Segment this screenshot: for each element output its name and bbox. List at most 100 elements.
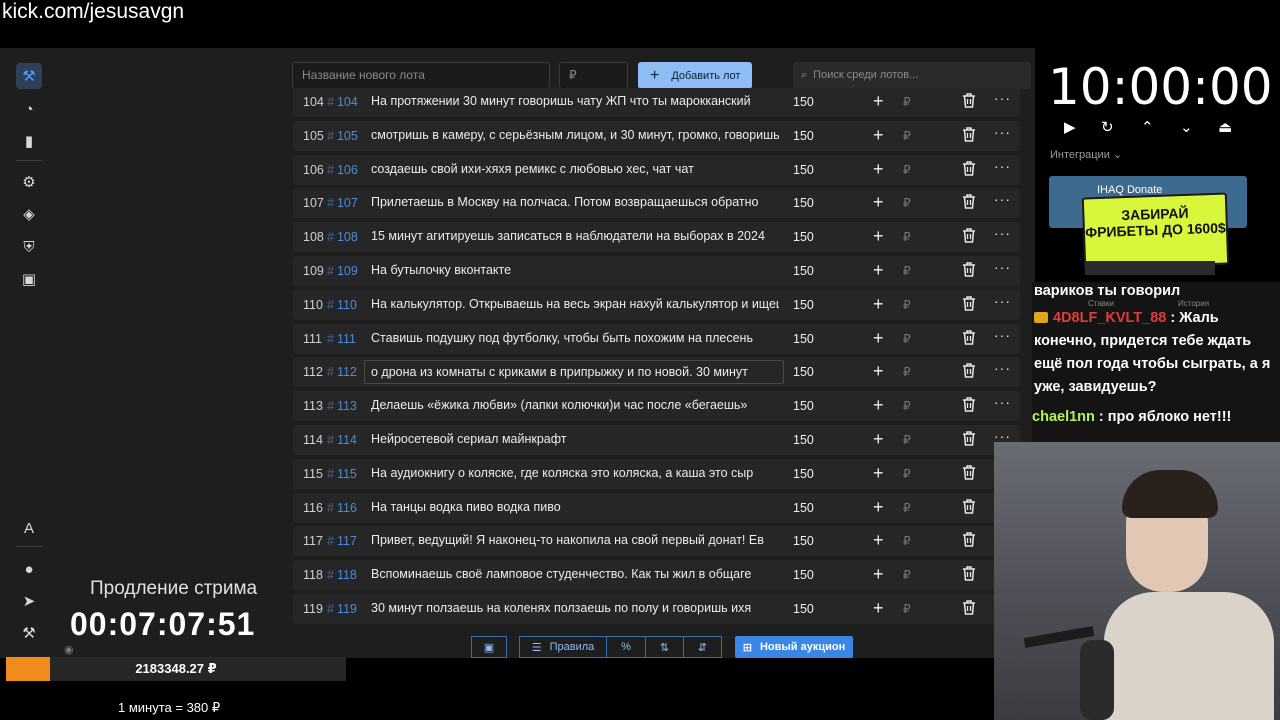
save-button[interactable]: ▣ — [471, 636, 507, 658]
currency-icon[interactable]: ₽ — [903, 467, 911, 481]
trash-icon[interactable] — [962, 127, 976, 142]
currency-icon[interactable]: ₽ — [903, 230, 911, 244]
auction-hammer-icon[interactable]: ⚒ — [16, 63, 42, 89]
trash-icon[interactable] — [962, 296, 976, 311]
lot-row[interactable]: 112 #112 о дрона из комнаты с криками в пр… — [293, 357, 1020, 388]
trash-icon[interactable] — [962, 228, 976, 243]
lot-name[interactable]: 15 минут агитируешь записаться в наблюда… — [371, 229, 779, 243]
lot-row[interactable]: 104 #104 На протяжении 30 минут говоришь ч… — [293, 88, 1020, 117]
lot-name[interactable]: о дрона из комнаты с криками в припрыжку… — [364, 360, 784, 385]
lot-name-input[interactable]: Название нового лота — [292, 62, 550, 89]
wheel-icon[interactable]: ◔ — [16, 96, 42, 122]
lot-amount[interactable]: 150 — [793, 332, 814, 346]
trash-icon[interactable] — [962, 600, 976, 615]
lot-amount[interactable]: 150 — [793, 399, 814, 413]
lot-amount[interactable]: 150 — [793, 196, 814, 210]
add-amount-icon[interactable]: + — [873, 564, 884, 585]
more-icon[interactable]: ··· — [994, 158, 1011, 174]
video-icon[interactable]: ▣ — [16, 266, 42, 292]
trash-icon[interactable] — [962, 465, 976, 480]
lot-amount[interactable]: 150 — [793, 501, 814, 515]
eject-icon[interactable]: ⏏ — [1218, 118, 1232, 136]
lot-name[interactable]: Делаешь «ёжика любви» (лапки колючки)и ч… — [371, 398, 779, 412]
lot-row[interactable]: 119 #119 30 минут ползаешь на коленях полз… — [293, 594, 1020, 624]
lot-amount[interactable]: 150 — [793, 467, 814, 481]
lot-amount[interactable]: 150 — [793, 365, 814, 379]
lot-name[interactable]: создаешь свой ихи-хяхя ремикс с любовью … — [371, 162, 779, 176]
currency-icon[interactable]: ₽ — [903, 602, 911, 616]
trash-icon[interactable] — [962, 566, 976, 581]
currency-icon[interactable]: ₽ — [903, 399, 911, 413]
add-amount-icon[interactable]: + — [873, 395, 884, 416]
percent-button[interactable]: % — [606, 636, 646, 658]
lot-row[interactable]: 115 #115 На аудиокнигу о коляске, где коля… — [293, 458, 1020, 489]
add-amount-icon[interactable]: + — [873, 125, 884, 146]
lot-name[interactable]: Нейросетевой сериал майнкрафт — [371, 432, 779, 446]
more-icon[interactable]: ··· — [994, 124, 1011, 140]
add-amount-icon[interactable]: + — [873, 429, 884, 450]
currency-icon[interactable]: ₽ — [903, 501, 911, 515]
trash-icon[interactable] — [962, 498, 976, 514]
lot-row[interactable]: 111 #111 Ставишь подушку под футболку, что… — [293, 323, 1020, 354]
add-amount-icon[interactable]: + — [873, 294, 884, 315]
currency-icon[interactable]: ₽ — [903, 196, 911, 210]
layers-icon[interactable]: ◈ — [16, 201, 42, 227]
sort-icon[interactable]: ⇵ — [683, 636, 722, 658]
lot-name[interactable]: смотришь в камеру, с серьёзным лицом, и … — [371, 128, 779, 142]
lot-name[interactable]: Привет, ведущий! Я наконец-то накопила н… — [371, 533, 779, 547]
lot-amount[interactable]: 150 — [793, 95, 814, 109]
more-icon[interactable]: ··· — [994, 360, 1011, 376]
trash-icon[interactable] — [962, 262, 976, 277]
currency-icon[interactable]: ₽ — [903, 534, 911, 548]
restart-icon[interactable]: ↻ — [1101, 118, 1114, 136]
more-icon[interactable]: ··· — [994, 90, 1011, 106]
currency-icon[interactable]: ₽ — [903, 568, 911, 582]
lot-row[interactable]: 106 #106 создаешь свой ихи-хяхя ремикс с л… — [293, 154, 1020, 185]
lot-name[interactable]: На танцы водка пиво водка пиво — [371, 500, 779, 514]
currency-icon[interactable]: ₽ — [903, 95, 911, 109]
more-icon[interactable]: ··· — [994, 191, 1011, 207]
lot-row[interactable]: 113 #113 Делаешь «ёжика любви» (лапки колю… — [293, 391, 1020, 422]
lot-name[interactable]: Ставишь подушку под футболку, чтобы быть… — [371, 331, 779, 345]
trash-icon[interactable] — [962, 93, 976, 108]
play-icon[interactable]: ▶ — [1064, 118, 1076, 136]
add-amount-icon[interactable]: + — [873, 192, 884, 213]
add-lot-button[interactable]: + Добавить лот — [638, 62, 752, 89]
add-amount-icon[interactable]: + — [873, 260, 884, 281]
stats-icon[interactable]: ▮ — [16, 128, 42, 154]
lot-amount[interactable]: 150 — [793, 568, 814, 582]
lot-row[interactable]: 109 #109 На бутылочку вконтакте 150 + ₽ ··· — [293, 256, 1020, 286]
lot-row[interactable]: 117 #117 Привет, ведущий! Я наконец-то нак… — [293, 526, 1020, 557]
add-amount-icon[interactable]: + — [873, 497, 884, 518]
lot-row[interactable]: 107 #107 Прилетаешь в Москву на полчаса. П… — [293, 188, 1020, 219]
lot-name[interactable]: Прилетаешь в Москву на полчаса. Потом во… — [371, 195, 779, 209]
lot-amount[interactable]: 150 — [793, 534, 814, 548]
lot-row[interactable]: 110 #110 На калькулятор. Открываешь на вес… — [293, 289, 1020, 320]
lot-name[interactable]: Вспоминаешь своё ламповое студенчество. … — [371, 567, 779, 581]
lot-amount[interactable]: 150 — [793, 602, 814, 616]
lot-row[interactable]: 116 #116 На танцы водка пиво водка пиво 150… — [293, 492, 1020, 523]
add-amount-icon[interactable]: + — [873, 530, 884, 551]
currency-icon[interactable]: ₽ — [903, 298, 911, 312]
lot-amount[interactable]: 150 — [793, 433, 814, 447]
currency-icon[interactable]: ₽ — [903, 433, 911, 447]
lot-amount[interactable]: 150 — [793, 129, 814, 143]
lot-row[interactable]: 108 #108 15 минут агитируешь записаться в … — [293, 222, 1020, 253]
lot-amount[interactable]: 150 — [793, 298, 814, 312]
trash-icon[interactable] — [962, 532, 976, 548]
translate-icon[interactable]: A — [16, 515, 42, 541]
lot-row[interactable]: 105 #105 смотришь в камеру, с серьёзным ли… — [293, 120, 1020, 151]
chevron-up-icon[interactable]: ⌃ — [1141, 118, 1154, 136]
currency-icon[interactable]: ₽ — [903, 264, 911, 278]
more-icon[interactable]: ··· — [994, 259, 1011, 275]
lot-name[interactable]: На калькулятор. Открываешь на весь экран… — [371, 297, 779, 311]
trash-icon[interactable] — [962, 431, 976, 446]
hammer-icon[interactable]: ⚒ — [16, 620, 42, 646]
trash-icon[interactable] — [962, 160, 976, 176]
add-amount-icon[interactable]: + — [873, 361, 884, 382]
add-amount-icon[interactable]: + — [873, 226, 884, 247]
lot-search-input[interactable]: ⌕ Поиск среди лотов... — [793, 62, 1031, 89]
currency-icon[interactable]: ₽ — [903, 332, 911, 346]
more-icon[interactable]: ··· — [994, 293, 1011, 309]
lot-name[interactable]: На бутылочку вконтакте — [371, 263, 779, 277]
